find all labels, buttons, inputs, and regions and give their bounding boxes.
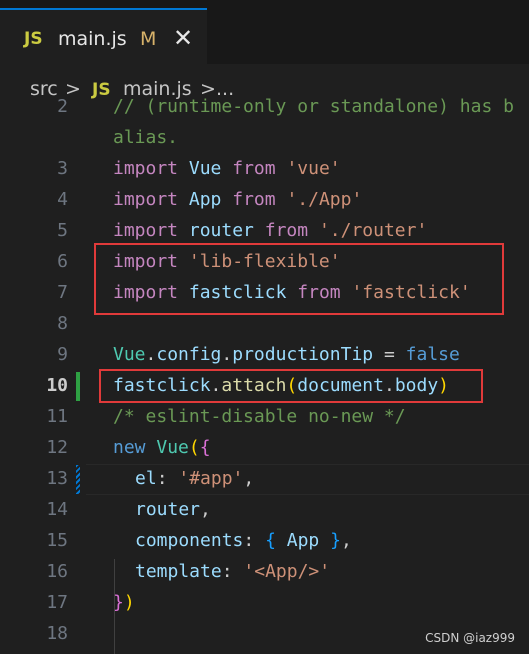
code-line[interactable]: 4 import App from './App'	[0, 184, 529, 215]
line-number: 11	[46, 406, 68, 427]
line-number: 16	[46, 561, 68, 582]
highlight-box-attach	[99, 369, 483, 403]
line-number: 18	[46, 623, 68, 644]
string: '#app'	[178, 468, 244, 489]
punctuation: .	[145, 344, 157, 365]
code-line[interactable]: 11 /* eslint-disable no-new */	[0, 401, 529, 432]
string: '<App/>'	[243, 561, 331, 582]
class-name: Vue	[156, 437, 189, 458]
keyword: new	[113, 437, 146, 458]
line-number: 17	[46, 592, 68, 613]
line-number: 13	[46, 468, 68, 489]
code-line[interactable]: 17 })	[0, 587, 529, 618]
boolean: false	[405, 344, 460, 365]
comment: // (runtime-only or standalone) has b	[113, 96, 514, 117]
code-line[interactable]: 13 el: '#app',	[0, 463, 529, 494]
tab-filename: main.js	[58, 28, 127, 50]
keyword: from	[264, 220, 309, 241]
line-number: 3	[57, 158, 68, 179]
identifier: router	[188, 220, 254, 241]
punctuation: :	[156, 468, 179, 489]
keyword: from	[232, 158, 276, 179]
string: './router'	[318, 220, 428, 241]
keyword: from	[232, 189, 276, 210]
comment: alias.	[113, 127, 179, 148]
identifier: Vue	[188, 158, 222, 179]
code-line[interactable]: 3 import Vue from 'vue'	[0, 153, 529, 184]
comment: /* eslint-disable no-new */	[113, 406, 406, 427]
tab-main-js[interactable]: JS main.js M ✕	[0, 8, 207, 64]
line-number: 8	[57, 313, 68, 334]
punctuation: :	[243, 530, 266, 551]
line-number: 9	[57, 344, 68, 365]
string: 'vue'	[286, 158, 341, 179]
bracket: {	[265, 530, 287, 551]
code-text: import App from './App'	[113, 184, 362, 215]
tab-bar: JS main.js M ✕	[0, 0, 529, 64]
line-number: 6	[57, 251, 68, 272]
line-number: 4	[57, 189, 68, 210]
code-text: template: '<App/>'	[135, 556, 330, 587]
identifier: App	[286, 530, 320, 551]
property: el	[135, 468, 157, 489]
code-text: })	[113, 587, 135, 618]
identifier: Vue	[113, 344, 146, 365]
code-text: new Vue({	[113, 432, 211, 463]
code-line[interactable]: 16 template: '<App/>'	[0, 556, 529, 587]
keyword: import	[113, 189, 179, 210]
code-text: el: '#app',	[135, 463, 254, 494]
code-line[interactable]: 5 import router from './router'	[0, 215, 529, 246]
punctuation: .	[221, 344, 233, 365]
bracket: )	[123, 592, 135, 613]
property: productionTip	[232, 344, 374, 365]
code-line[interactable]: 12 new Vue({	[0, 432, 529, 463]
watermark: CSDN @iaz999	[425, 631, 515, 645]
code-line[interactable]: 14 router,	[0, 494, 529, 525]
code-line[interactable]: 9 Vue.config.productionTip = false	[0, 339, 529, 370]
bracket: {	[199, 437, 211, 458]
line-number: 15	[46, 530, 68, 551]
line-number: 7	[57, 282, 68, 303]
modified-badge: M	[140, 28, 157, 50]
property: components	[135, 530, 244, 551]
line-number: 5	[57, 220, 68, 241]
bracket: (	[188, 437, 200, 458]
keyword: import	[113, 220, 179, 241]
line-number: 12	[46, 437, 68, 458]
javascript-file-icon: JS	[24, 29, 43, 49]
highlight-box-imports	[94, 243, 504, 315]
code-editor[interactable]: 2 // (runtime-only or standalone) has b …	[0, 92, 529, 654]
code-text: import Vue from 'vue'	[113, 153, 341, 184]
property: config	[156, 344, 222, 365]
code-text: Vue.config.productionTip = false	[113, 339, 460, 370]
code-line[interactable]: alias.	[0, 122, 529, 153]
code-line[interactable]: 15 components: { App },	[0, 525, 529, 556]
string: './App'	[286, 189, 363, 210]
bracket: }	[319, 530, 341, 551]
line-number: 14	[46, 499, 68, 520]
line-number: 2	[57, 96, 68, 117]
code-text: components: { App },	[135, 525, 352, 556]
bracket: }	[113, 592, 124, 613]
code-line[interactable]: 2 // (runtime-only or standalone) has b	[0, 92, 529, 122]
code-text: import router from './router'	[113, 215, 427, 246]
punctuation: ,	[340, 530, 352, 551]
property: router	[135, 499, 201, 520]
punctuation: :	[221, 561, 244, 582]
identifier: App	[188, 189, 222, 210]
code-text: router,	[135, 494, 211, 525]
punctuation: ,	[200, 499, 211, 520]
line-number: 10	[46, 375, 68, 396]
operator: =	[373, 344, 406, 365]
close-icon[interactable]: ✕	[173, 24, 193, 52]
keyword: import	[113, 158, 179, 179]
punctuation: ,	[243, 468, 255, 489]
property: template	[135, 561, 222, 582]
